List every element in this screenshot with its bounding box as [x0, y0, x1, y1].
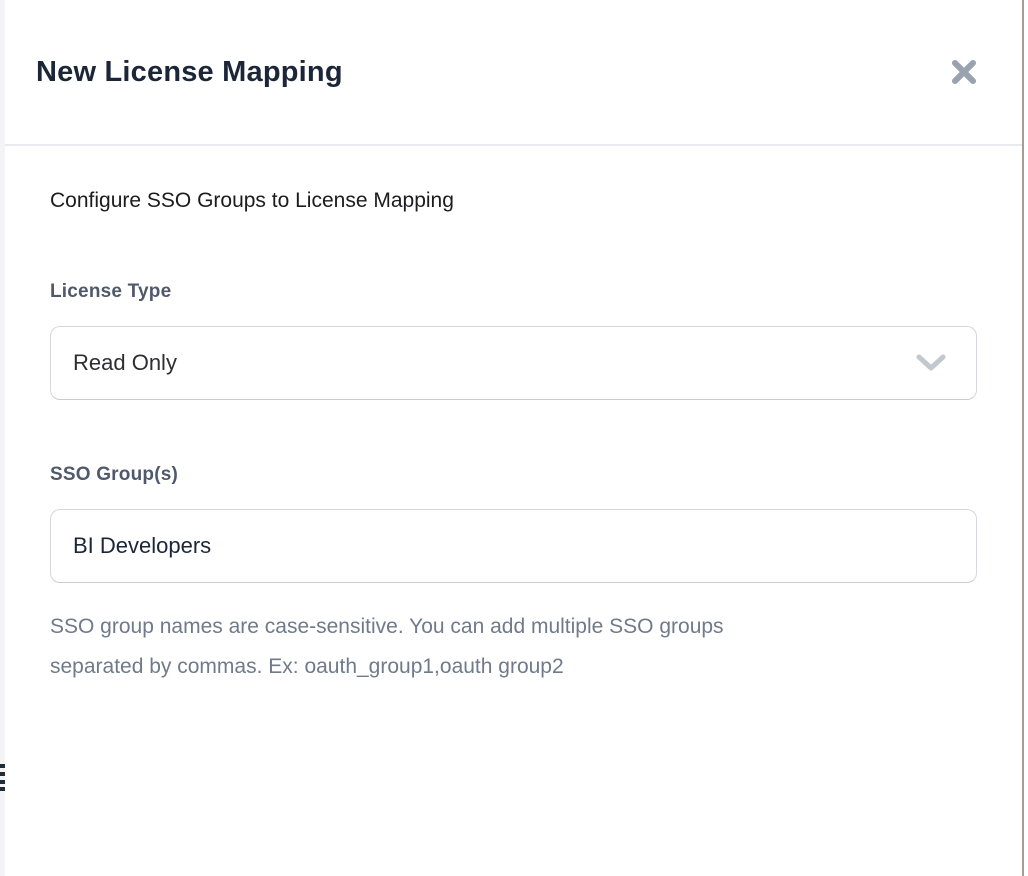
screen-right-border	[1022, 0, 1024, 876]
license-type-selected-value: Read Only	[73, 350, 177, 376]
sso-groups-input[interactable]	[50, 509, 977, 583]
dialog-subtitle: Configure SSO Groups to License Mapping	[50, 189, 977, 213]
close-button[interactable]	[946, 54, 982, 90]
new-license-mapping-dialog: New License Mapping Configure SSO Groups…	[5, 0, 1022, 876]
license-type-select[interactable]: Read Only	[50, 326, 977, 400]
dialog-header: New License Mapping	[5, 0, 1022, 146]
license-type-label: License Type	[50, 281, 977, 303]
sso-groups-label: SSO Group(s)	[50, 464, 977, 486]
screen: New License Mapping Configure SSO Groups…	[0, 0, 1028, 876]
sso-groups-help-line1: SSO group names are case-sensitive. You …	[50, 607, 910, 647]
dialog-title: New License Mapping	[36, 56, 343, 89]
sso-groups-help-line2: separated by commas. Ex: oauth_group1,oa…	[50, 647, 910, 687]
close-icon	[950, 58, 978, 86]
chevron-down-icon	[916, 354, 946, 372]
dialog-body: Configure SSO Groups to License Mapping …	[5, 189, 1022, 687]
sso-groups-help-text: SSO group names are case-sensitive. You …	[50, 607, 910, 687]
